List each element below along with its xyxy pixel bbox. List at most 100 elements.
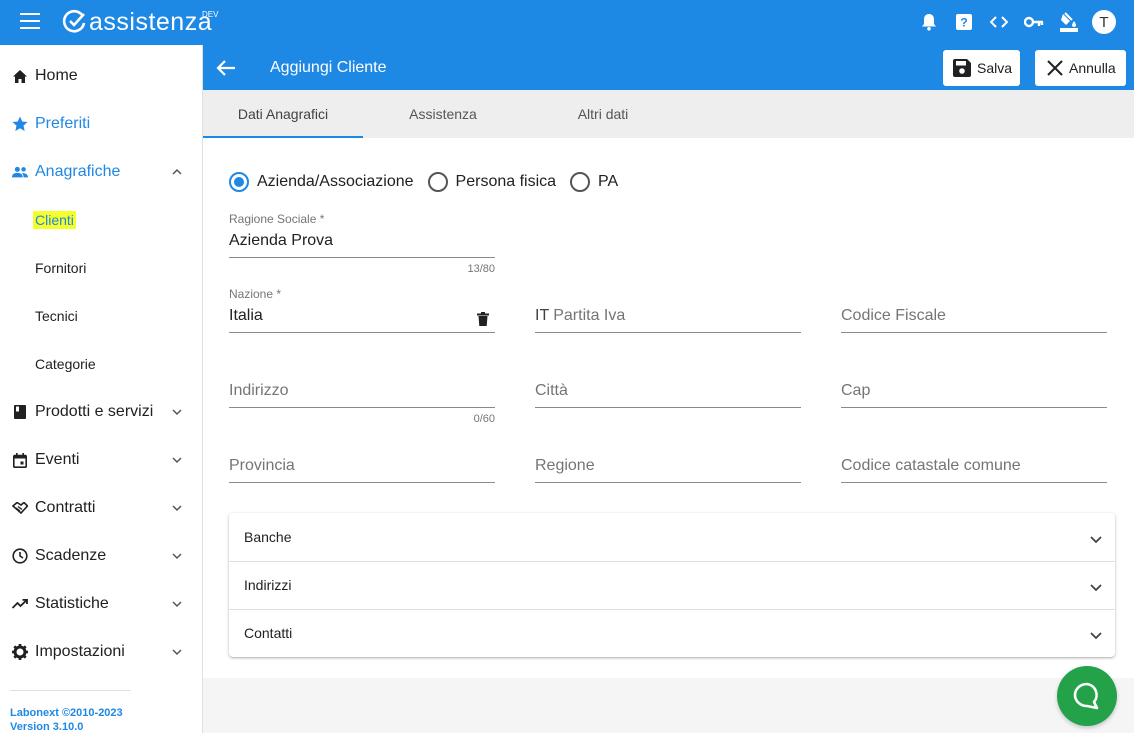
page-title: Aggiungi Cliente	[270, 59, 387, 76]
radio-pa[interactable]: PA	[570, 172, 618, 192]
accordion-indirizzi[interactable]: Indirizzi	[229, 561, 1115, 609]
close-icon	[1047, 60, 1063, 76]
book-icon	[12, 404, 28, 420]
avatar[interactable]: T	[1092, 10, 1116, 34]
star-icon	[12, 116, 28, 132]
logo-text: assistenza	[89, 7, 213, 36]
top-app-bar: assistenza DEV ? T	[0, 0, 1134, 45]
field-placeholder: Codice Fiscale	[841, 307, 946, 324]
chevron-up-icon	[172, 168, 182, 175]
chevron-down-icon	[1090, 584, 1102, 592]
sidebar: Home Preferiti Anagrafiche Clienti Forni…	[0, 45, 203, 733]
char-counter: 13/80	[467, 263, 495, 275]
tab-label: Assistenza	[409, 106, 477, 122]
tab-label: Altri dati	[577, 106, 629, 122]
partita-iva-field[interactable]: IT Partita Iva	[535, 293, 801, 333]
sidebar-item-tecnici[interactable]: Tecnici	[0, 292, 202, 340]
trending-up-icon	[12, 596, 28, 612]
env-badge: DEV	[202, 10, 219, 19]
field-value: Italia	[229, 307, 263, 324]
sidebar-item-label: Impostazioni	[35, 643, 125, 660]
tab-altri-dati[interactable]: Altri dati	[523, 90, 683, 138]
accordion-contatti[interactable]: Contatti	[229, 609, 1115, 657]
sidebar-item-clienti[interactable]: Clienti	[0, 196, 202, 244]
version-text: Version 3.10.0	[10, 721, 84, 733]
help-icon[interactable]: ?	[946, 8, 981, 36]
trash-icon[interactable]	[477, 312, 489, 326]
provincia-field[interactable]: Provincia	[229, 443, 495, 483]
save-button[interactable]: Salva	[943, 50, 1020, 86]
sidebar-item-prodotti[interactable]: Prodotti e servizi	[0, 388, 202, 436]
codice-catastale-field[interactable]: Codice catastale comune	[841, 443, 1107, 483]
codice-fiscale-field[interactable]: Codice Fiscale	[841, 293, 1107, 333]
logo-check-icon	[62, 9, 86, 33]
tab-bar: Dati Anagrafici Assistenza Altri dati	[203, 90, 1134, 138]
sidebar-item-label: Statistiche	[35, 595, 109, 612]
accordion-label: Banche	[244, 529, 292, 545]
sidebar-item-home[interactable]: Home	[0, 52, 202, 100]
sidebar-item-scadenze[interactable]: Scadenze	[0, 532, 202, 580]
back-arrow-icon[interactable]	[215, 57, 237, 79]
country-prefix: IT	[535, 307, 550, 324]
indirizzo-field[interactable]: Indirizzo	[229, 368, 495, 408]
chevron-down-icon	[172, 409, 182, 416]
handshake-icon	[12, 500, 28, 516]
people-icon	[12, 164, 28, 180]
field-value: Azienda Prova	[229, 232, 334, 249]
chat-bubble-icon	[1073, 682, 1099, 710]
chevron-down-icon	[172, 601, 182, 608]
field-placeholder: IT Partita Iva	[535, 307, 625, 325]
regione-field[interactable]: Regione	[535, 443, 801, 483]
top-actions: ? T	[911, 8, 1116, 36]
tab-assistenza[interactable]: Assistenza	[363, 90, 523, 138]
sidebar-item-contratti[interactable]: Contratti	[0, 484, 202, 532]
chevron-down-icon	[1090, 536, 1102, 544]
sidebar-item-label: Clienti	[33, 211, 76, 229]
sidebar-item-anagrafiche[interactable]: Anagrafiche	[0, 148, 202, 196]
customer-type-radio-group: Azienda/Associazione Persona fisica PA	[229, 172, 632, 192]
sidebar-divider	[10, 690, 131, 691]
menu-icon[interactable]	[20, 13, 40, 29]
accordion-label: Indirizzi	[244, 577, 292, 593]
sidebar-item-categorie[interactable]: Categorie	[0, 340, 202, 388]
radio-azienda[interactable]: Azienda/Associazione	[229, 172, 414, 192]
sidebar-item-fornitori[interactable]: Fornitori	[0, 244, 202, 292]
citta-field[interactable]: Città	[535, 368, 801, 408]
highlighted-label: Clienti	[33, 211, 76, 229]
radio-label: Persona fisica	[455, 173, 557, 190]
page-header: Aggiungi Cliente Salva Annulla	[203, 45, 1134, 90]
app-logo[interactable]: assistenza DEV	[62, 7, 218, 37]
sidebar-item-preferiti[interactable]: Preferiti	[0, 100, 202, 148]
sidebar-item-label: Home	[35, 67, 78, 84]
key-icon[interactable]	[1016, 8, 1051, 36]
field-placeholder: Codice catastale comune	[841, 457, 1021, 474]
sidebar-item-label: Eventi	[35, 451, 80, 468]
code-icon[interactable]	[981, 8, 1016, 36]
chat-button[interactable]	[1057, 666, 1117, 726]
nazione-select[interactable]: Nazione * Italia	[229, 287, 495, 333]
char-counter: 0/60	[473, 413, 495, 425]
cancel-label: Annulla	[1069, 60, 1116, 76]
field-placeholder: Cap	[841, 382, 871, 399]
field-label: Nazione *	[229, 287, 282, 301]
radio-unselected-icon	[570, 172, 591, 192]
sidebar-item-label: Anagrafiche	[35, 163, 121, 180]
save-icon	[953, 59, 971, 77]
sidebar-item-label: Prodotti e servizi	[35, 403, 154, 420]
tab-dati-anagrafici[interactable]: Dati Anagrafici	[203, 90, 363, 138]
bottom-strip	[203, 678, 1134, 733]
sidebar-item-impostazioni[interactable]: Impostazioni	[0, 628, 202, 676]
save-label: Salva	[977, 60, 1013, 76]
sidebar-item-statistiche[interactable]: Statistiche	[0, 580, 202, 628]
accordion-label: Contatti	[244, 625, 293, 641]
radio-selected-icon	[229, 172, 249, 192]
accordion-banche[interactable]: Banche	[229, 513, 1115, 561]
cap-field[interactable]: Cap	[841, 368, 1107, 408]
bell-icon[interactable]	[911, 8, 946, 36]
sidebar-item-eventi[interactable]: Eventi	[0, 436, 202, 484]
ragione-sociale-field[interactable]: Ragione Sociale * Azienda Prova	[229, 212, 495, 258]
clock-icon	[12, 548, 28, 564]
radio-persona-fisica[interactable]: Persona fisica	[427, 172, 557, 192]
paint-bucket-icon[interactable]	[1051, 8, 1086, 36]
cancel-button[interactable]: Annulla	[1035, 50, 1126, 86]
